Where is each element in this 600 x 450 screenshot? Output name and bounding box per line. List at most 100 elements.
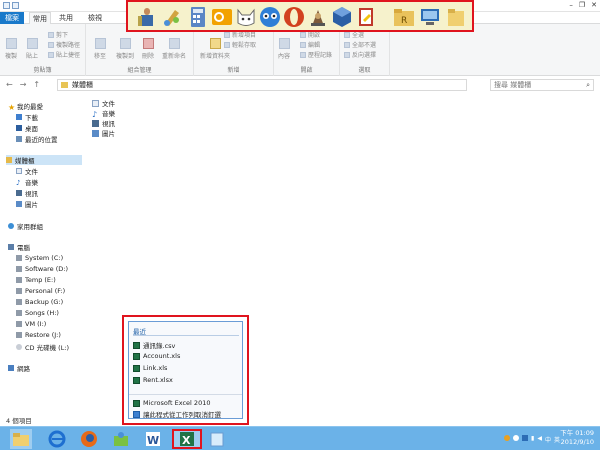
taskbar-notepad[interactable]: [206, 429, 228, 449]
nav-drive-h[interactable]: Songs (H:): [16, 309, 59, 317]
address-bar[interactable]: 媒體櫃: [57, 79, 467, 91]
notepad-icon: [210, 432, 224, 447]
nav-documents[interactable]: 文件: [16, 166, 38, 176]
nav-music[interactable]: ♪ 音樂: [16, 177, 38, 187]
nav-drive-l[interactable]: CD 光碟機 (L:): [16, 342, 69, 352]
library-item-documents[interactable]: 文件: [92, 98, 115, 108]
copy-button[interactable]: 複製: [5, 38, 17, 60]
homegroup-icon: [8, 223, 14, 229]
close-button[interactable]: ✕: [591, 1, 597, 9]
open-excel-item[interactable]: Microsoft Excel 2010: [133, 399, 210, 407]
properties-icon: [278, 38, 290, 49]
rename-button[interactable]: 重新命名: [162, 38, 186, 60]
cat-icon[interactable]: [234, 5, 258, 29]
drive-icon: [16, 332, 22, 338]
taskbar-tool[interactable]: [110, 429, 132, 449]
rename-icon: [168, 38, 180, 49]
messenger-icon[interactable]: [258, 5, 282, 29]
paste-button[interactable]: 貼上: [26, 38, 38, 60]
nav-drive-f[interactable]: Personal (F:): [16, 287, 65, 295]
taskbar-explorer[interactable]: [10, 429, 32, 449]
recent-file[interactable]: Link.xls: [133, 364, 167, 372]
copy-to-icon: [119, 38, 131, 49]
calculator-icon[interactable]: [186, 5, 210, 29]
clock-time: 下午 01:09: [560, 429, 594, 437]
easy-access-button[interactable]: 輕鬆存取: [224, 40, 256, 49]
nav-desktop[interactable]: 桌面: [16, 123, 38, 133]
invert-selection-button[interactable]: 反向選擇: [344, 50, 376, 59]
recent-file[interactable]: Account.xls: [133, 352, 180, 360]
library-icon: [6, 157, 12, 163]
taskbar-excel[interactable]: X: [172, 429, 202, 449]
notebook-icon[interactable]: [354, 5, 378, 29]
nav-drive-g[interactable]: Backup (G:): [16, 298, 63, 306]
library-item-pictures[interactable]: 圖片: [92, 128, 115, 138]
back-arrow-icon[interactable]: ←: [6, 80, 13, 89]
pictures-icon: [92, 129, 99, 137]
nav-drive-i[interactable]: VM (I:): [16, 320, 46, 328]
edit-button[interactable]: 編輯: [300, 40, 320, 49]
copy-path-button[interactable]: 複製路徑: [48, 40, 80, 49]
volume-icon[interactable]: ◀: [537, 435, 542, 444]
history-button[interactable]: 歷程記錄: [300, 50, 332, 59]
taskbar-word[interactable]: W: [142, 429, 164, 449]
new-folder-icon[interactable]: [12, 2, 19, 9]
tab-file[interactable]: 檔案: [0, 12, 24, 24]
nav-downloads[interactable]: 下載: [16, 112, 38, 122]
clock[interactable]: 下午 01:09 2012/9/10: [550, 429, 594, 447]
user-icon[interactable]: [134, 5, 158, 29]
nav-homegroup[interactable]: 家用群組: [8, 221, 43, 231]
nav-computer[interactable]: 電腦: [8, 242, 30, 252]
nav-recent-places[interactable]: 最近的位置: [16, 134, 58, 144]
properties-icon[interactable]: [3, 2, 10, 9]
delete-button[interactable]: 刪除: [142, 38, 154, 60]
nav-network[interactable]: 網路: [8, 363, 30, 373]
taskbar-firefox[interactable]: [78, 429, 100, 449]
select-none-button[interactable]: 全部不選: [344, 40, 376, 49]
minimize-button[interactable]: –: [569, 1, 573, 9]
paint-icon[interactable]: [160, 5, 184, 29]
group-label: 選取: [358, 67, 371, 74]
nav-drive-e[interactable]: Temp (E:): [16, 276, 56, 284]
library-item-music[interactable]: ♪ 音樂: [92, 108, 115, 119]
star-icon: ★: [8, 103, 16, 112]
network-tray-icon[interactable]: ▮: [531, 435, 534, 444]
tray-icon[interactable]: [513, 435, 520, 441]
nav-pictures[interactable]: 圖片: [16, 199, 38, 209]
nav-favorites[interactable]: ★ 我的最愛: [8, 101, 43, 112]
search-box[interactable]: 搜尋 媒體櫃 ⌕: [490, 79, 594, 91]
properties-button[interactable]: 內容: [278, 38, 290, 60]
paste-shortcut-button[interactable]: 貼上捷徑: [48, 50, 80, 59]
move-to-button[interactable]: 移至: [94, 38, 106, 60]
virtualbox-icon[interactable]: [330, 5, 354, 29]
nav-drive-d[interactable]: Software (D:): [16, 265, 68, 273]
forward-arrow-icon[interactable]: →: [20, 80, 27, 89]
restore-button[interactable]: ❐: [579, 1, 585, 9]
tab-view[interactable]: 檢視: [84, 12, 106, 24]
tray-icon[interactable]: [522, 435, 529, 441]
folder-r-icon[interactable]: R: [392, 5, 416, 29]
nav-drive-j[interactable]: Restore (J:): [16, 331, 61, 339]
cut-button[interactable]: 剪下: [48, 30, 68, 39]
nav-libraries[interactable]: 媒體櫃: [6, 155, 82, 165]
tab-home[interactable]: 常用: [29, 12, 51, 24]
tray-icon[interactable]: [504, 435, 511, 441]
library-item-videos[interactable]: 視訊: [92, 118, 115, 128]
taskbar-ie[interactable]: [46, 429, 68, 449]
group-label: 剪貼簿: [33, 67, 52, 74]
network-computer-icon[interactable]: [418, 5, 442, 29]
folder-icon[interactable]: [444, 5, 468, 29]
control-panel-icon: [114, 432, 128, 446]
copy-to-button[interactable]: 複製到: [116, 38, 134, 60]
nav-drive-c[interactable]: System (C:): [16, 254, 63, 262]
gimp-icon[interactable]: [306, 5, 330, 29]
tab-share[interactable]: 共用: [55, 12, 77, 24]
nav-videos[interactable]: 視訊: [16, 188, 38, 198]
internet-explorer-icon: [48, 430, 66, 448]
outlook-icon[interactable]: [210, 5, 234, 29]
opera-icon[interactable]: [282, 5, 306, 29]
unpin-item[interactable]: 讓此程式從工作列取消釘選: [133, 409, 221, 419]
up-arrow-icon[interactable]: ↑: [33, 80, 40, 89]
recent-file[interactable]: Rent.xlsx: [133, 376, 173, 384]
recent-file[interactable]: 通訊錄.csv: [133, 340, 175, 350]
